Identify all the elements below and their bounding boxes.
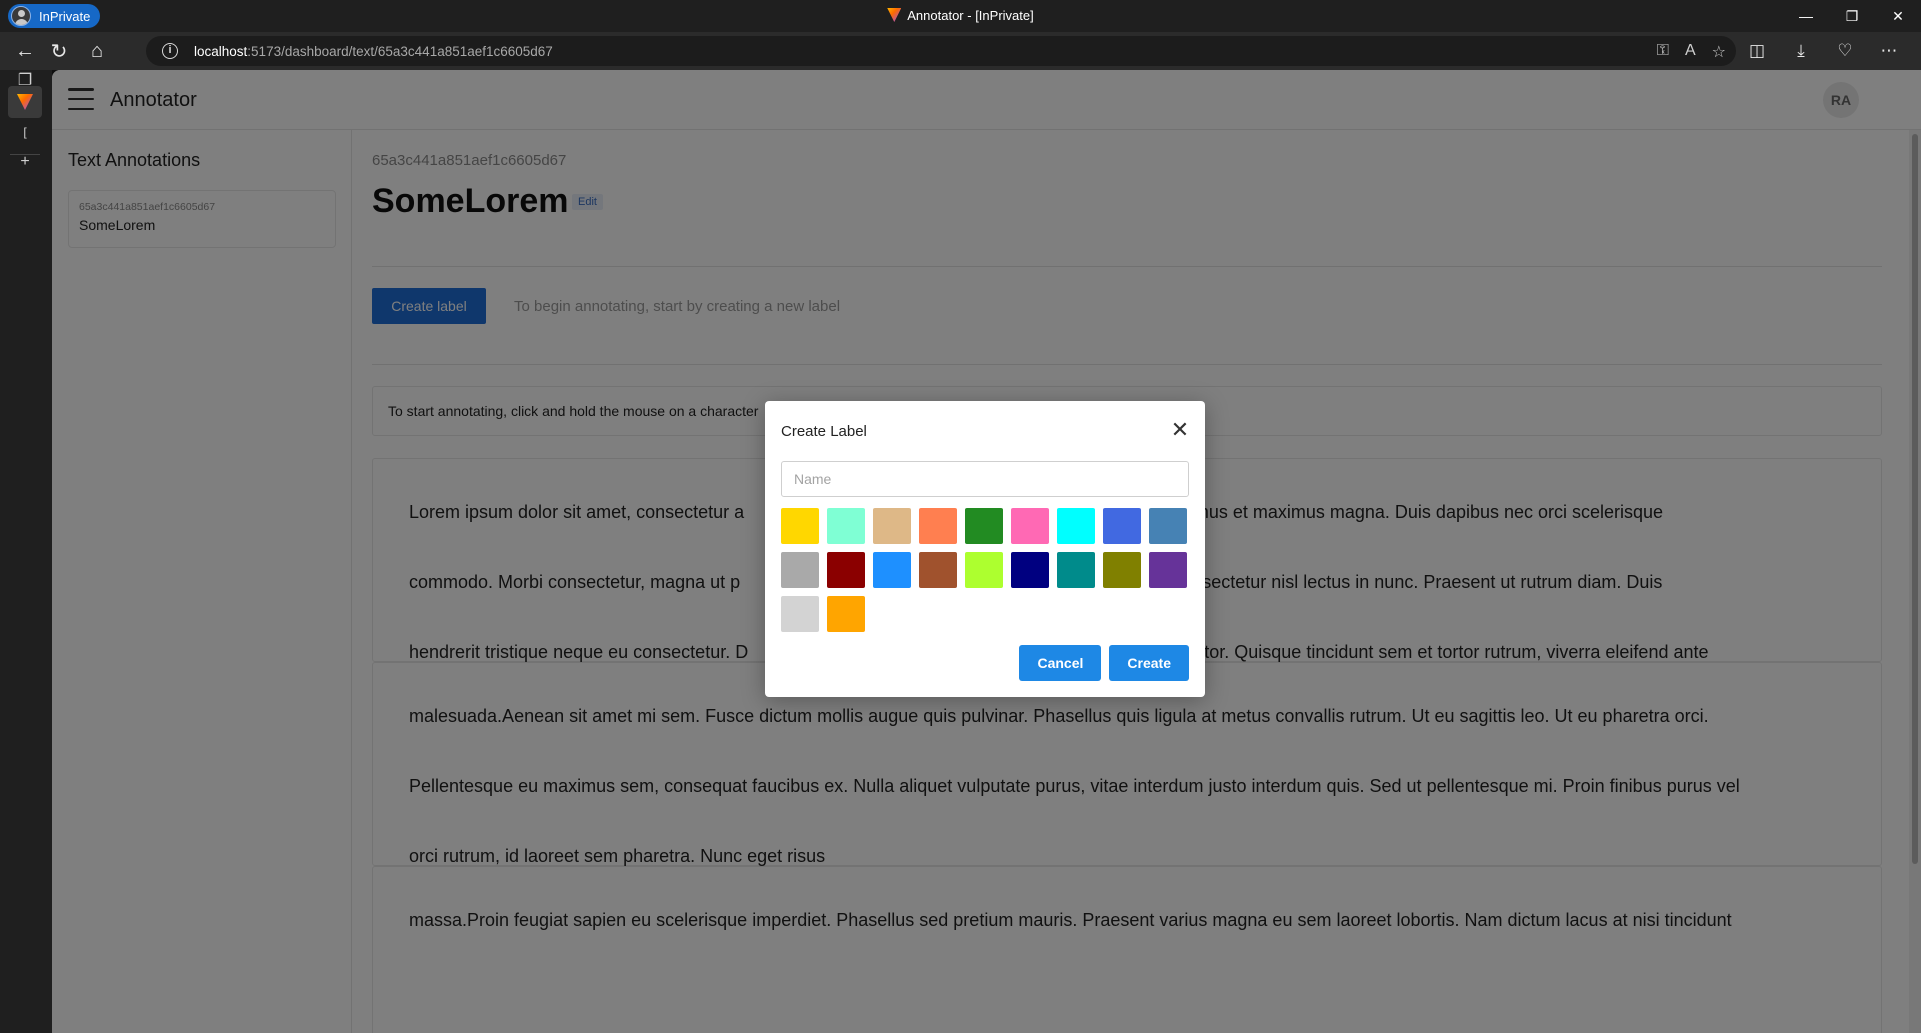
close-window-icon[interactable]: ✕ bbox=[1875, 0, 1921, 32]
color-swatch[interactable] bbox=[781, 508, 819, 544]
site-info-icon[interactable]: i bbox=[162, 43, 178, 59]
cancel-button[interactable]: Cancel bbox=[1019, 645, 1102, 681]
app-favicon-icon bbox=[887, 8, 902, 22]
color-swatch[interactable] bbox=[1149, 508, 1187, 544]
read-aloud-icon[interactable]: A bbox=[1685, 42, 1696, 62]
back-icon[interactable]: ← bbox=[8, 36, 42, 66]
create-label-dialog: Create Label ✕ Cancel Create bbox=[765, 401, 1205, 697]
color-swatch[interactable] bbox=[965, 508, 1003, 544]
more-options-icon[interactable]: ⋯ bbox=[1867, 36, 1911, 66]
vertical-tab-strip: ❐ [ + bbox=[0, 70, 52, 1033]
refresh-icon[interactable]: ↻ bbox=[42, 36, 76, 66]
annotator-tab-icon bbox=[17, 94, 33, 110]
browser-essentials-icon[interactable]: ♡ bbox=[1823, 36, 1867, 66]
color-swatch[interactable] bbox=[873, 552, 911, 588]
color-swatch[interactable] bbox=[781, 596, 819, 632]
favorite-star-icon[interactable]: ☆ bbox=[1712, 42, 1726, 62]
create-button[interactable]: Create bbox=[1109, 645, 1189, 681]
url-text[interactable]: localhost:5173/dashboard/text/65a3c441a8… bbox=[194, 44, 553, 59]
color-swatch[interactable] bbox=[1057, 508, 1095, 544]
color-swatch-grid bbox=[781, 508, 1191, 632]
home-icon[interactable]: ⌂ bbox=[80, 36, 114, 66]
window-title: Annotator - [InPrivate] bbox=[0, 8, 1921, 23]
color-swatch[interactable] bbox=[1149, 552, 1187, 588]
tab-blank[interactable]: [ bbox=[8, 116, 42, 148]
close-icon[interactable]: ✕ bbox=[1169, 419, 1191, 441]
color-swatch[interactable] bbox=[1103, 508, 1141, 544]
color-swatch[interactable] bbox=[919, 508, 957, 544]
color-swatch[interactable] bbox=[873, 508, 911, 544]
address-bar[interactable]: i localhost:5173/dashboard/text/65a3c441… bbox=[146, 36, 1736, 66]
window-title-text: Annotator - [InPrivate] bbox=[907, 8, 1034, 23]
dialog-title: Create Label bbox=[781, 423, 867, 440]
download-icon[interactable]: ⤓ bbox=[1779, 36, 1823, 66]
browser-title-bar: InPrivate Annotator - [InPrivate] — ❐ ✕ bbox=[0, 0, 1921, 32]
browser-toolbar: ← ↻ ⌂ i localhost:5173/dashboard/text/65… bbox=[0, 32, 1921, 70]
color-swatch[interactable] bbox=[827, 596, 865, 632]
color-swatch[interactable] bbox=[827, 552, 865, 588]
restore-icon[interactable]: ❐ bbox=[1829, 0, 1875, 32]
color-swatch[interactable] bbox=[1103, 552, 1141, 588]
color-swatch[interactable] bbox=[919, 552, 957, 588]
color-swatch[interactable] bbox=[965, 552, 1003, 588]
split-screen-icon[interactable]: ◫ bbox=[1735, 36, 1779, 66]
color-swatch[interactable] bbox=[827, 508, 865, 544]
label-name-input[interactable] bbox=[781, 461, 1189, 497]
color-swatch[interactable] bbox=[1011, 508, 1049, 544]
color-swatch[interactable] bbox=[781, 552, 819, 588]
color-swatch[interactable] bbox=[1011, 552, 1049, 588]
color-swatch[interactable] bbox=[1057, 552, 1095, 588]
key-icon[interactable]: ⚿ bbox=[1657, 42, 1669, 62]
minimize-icon[interactable]: — bbox=[1783, 0, 1829, 32]
tab-annotator[interactable] bbox=[8, 86, 42, 118]
new-tab-icon[interactable]: + bbox=[8, 146, 42, 178]
